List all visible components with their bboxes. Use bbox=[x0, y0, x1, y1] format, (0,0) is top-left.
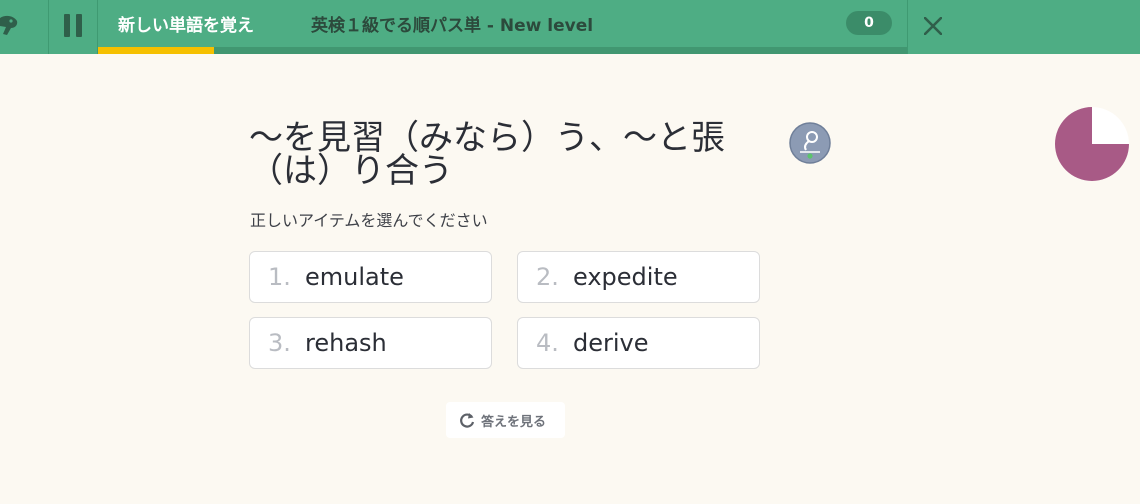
reveal-answer-button[interactable]: 答えを見る bbox=[446, 402, 565, 438]
pause-button[interactable] bbox=[49, 0, 98, 54]
logo-cell bbox=[0, 0, 49, 54]
logo-icon bbox=[0, 15, 18, 36]
option-word: expedite bbox=[573, 263, 678, 291]
option-number: 2. bbox=[536, 263, 559, 291]
answer-option-2[interactable]: 2. expedite bbox=[517, 251, 760, 303]
option-word: emulate bbox=[305, 263, 404, 291]
refresh-icon bbox=[460, 413, 475, 428]
session-progress-fill bbox=[98, 47, 215, 54]
option-number: 4. bbox=[536, 329, 559, 357]
option-number: 3. bbox=[268, 329, 291, 357]
timer-pie bbox=[1055, 107, 1131, 187]
close-icon bbox=[924, 17, 942, 35]
option-word: derive bbox=[573, 329, 649, 357]
option-word: rehash bbox=[305, 329, 387, 357]
answer-option-4[interactable]: 4. derive bbox=[517, 317, 760, 369]
option-number: 1. bbox=[268, 263, 291, 291]
mem-audio-icon[interactable] bbox=[789, 122, 831, 168]
session-progress-bar bbox=[98, 47, 907, 54]
question-prompt: ～を見習（みなら）う、～と張（は）り合う bbox=[249, 118, 725, 191]
top-bar: 新しい単語を覚え 英検１級でる順パス単 - New level 0 bbox=[0, 0, 1140, 54]
session-mode-label: 新しい単語を覚え bbox=[118, 16, 254, 36]
question-instruction: 正しいアイテムを選んでください bbox=[250, 211, 488, 230]
score-badge: 0 bbox=[846, 11, 892, 35]
reveal-answer-label: 答えを見る bbox=[481, 415, 547, 430]
answer-option-3[interactable]: 3. rehash bbox=[249, 317, 492, 369]
course-title: 英検１級でる順パス単 - New level bbox=[311, 16, 594, 36]
close-button[interactable] bbox=[907, 0, 960, 54]
answer-option-1[interactable]: 1. emulate bbox=[249, 251, 492, 303]
